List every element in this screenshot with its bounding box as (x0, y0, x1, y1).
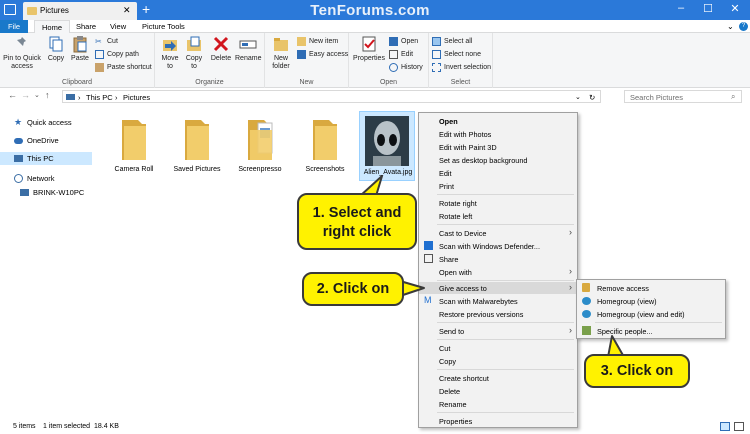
callout-step-1-line-2: right click (322, 224, 392, 240)
callout-step-2: 2. Click on (302, 272, 404, 306)
callout-step-1-line-1: 1. Select and (312, 205, 402, 221)
callout-step-3: 3. Click on (584, 354, 690, 388)
callout-step-1: 1. Select and right click (297, 193, 417, 250)
